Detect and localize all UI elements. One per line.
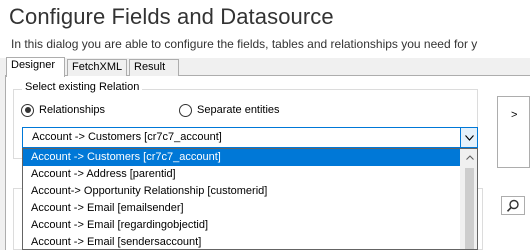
relation-combobox-value: Account -> Customers [cr7c7_account] [32, 131, 222, 143]
scrollbar-thumb[interactable] [465, 168, 474, 249]
search-icon [506, 199, 519, 212]
relationships-radio-label: Relationships [39, 104, 106, 116]
radio-checked-icon [21, 103, 34, 117]
dropdown-option[interactable]: Account-> Opportunity Relationship [cust… [23, 183, 462, 200]
dropdown-scrollbar[interactable] [460, 149, 477, 249]
dialog-header: Configure Fields and Datasource In this … [0, 0, 530, 54]
dropdown-option[interactable]: Account -> Email [sendersaccount] [23, 234, 462, 249]
search-button[interactable] [501, 196, 525, 215]
tab-designer[interactable]: Designer [6, 57, 65, 77]
chevron-right-icon: > [511, 109, 518, 121]
tab-fetchxml[interactable]: FetchXML [67, 59, 127, 76]
separate-entities-radio[interactable]: Separate entities [179, 103, 280, 117]
dropdown-option[interactable]: Account -> Email [emailsender] [23, 200, 462, 217]
dialog-subtitle: In this dialog you are able to configure… [11, 37, 478, 51]
dropdown-option[interactable]: Account -> Address [parentid] [23, 166, 462, 183]
scroll-up-arrow-icon[interactable] [461, 149, 477, 166]
relationships-radio[interactable]: Relationships [21, 103, 105, 117]
add-relation-button[interactable]: > [497, 96, 530, 168]
relation-combobox[interactable]: Account -> Customers [cr7c7_account] [22, 127, 478, 148]
dropdown-option[interactable]: Account -> Customers [cr7c7_account] [23, 149, 462, 166]
dropdown-option[interactable]: Account -> Email [regardingobjectid] [23, 217, 462, 234]
radio-unchecked-icon [179, 103, 192, 117]
dialog-title: Configure Fields and Datasource [9, 4, 334, 29]
separate-entities-radio-label: Separate entities [197, 104, 280, 116]
relation-dropdown-list: Account -> Customers [cr7c7_account] Acc… [22, 148, 478, 250]
chevron-down-icon[interactable] [460, 128, 477, 147]
relation-group-label: Select existing Relation [22, 81, 143, 93]
tab-result[interactable]: Result [129, 59, 179, 76]
dropdown-options: Account -> Customers [cr7c7_account] Acc… [23, 149, 462, 249]
